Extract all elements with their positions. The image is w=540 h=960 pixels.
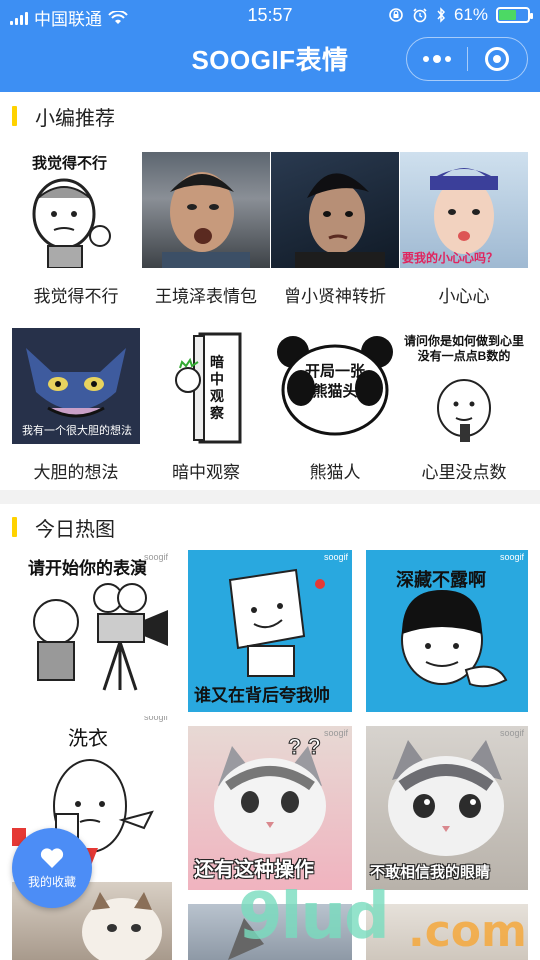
section-header-recommend: 小编推荐	[0, 93, 540, 139]
svg-text:? ?: ? ?	[288, 734, 321, 759]
recommend-item[interactable]: 暗中观察 暗中观察	[142, 328, 270, 483]
recommend-item[interactable]: 我有一个很大胆的想法 大胆的想法	[12, 328, 140, 483]
top-bar: 中国联通 15:57 61% SOOGIF表情	[0, 0, 540, 92]
recommend-item[interactable]: 王境泽表情包	[142, 152, 270, 307]
section-header-hot: 今日热图	[0, 504, 540, 550]
orientation-lock-icon	[389, 8, 403, 22]
bluetooth-icon	[437, 7, 445, 23]
my-favorites-label: 我的收藏	[27, 874, 76, 889]
hot-tile[interactable]: 谁又在背后夸我帅 soogif	[188, 550, 352, 712]
recommend-item[interactable]: 要我的小心心吗？ 小心心	[400, 152, 528, 307]
thumb-caption: 开局一张熊猫头	[304, 363, 365, 400]
hot-tile[interactable]: 不敢相信我的眼睛 soogif	[366, 726, 528, 890]
watermark-main-text: 9lud	[238, 880, 390, 954]
thumb-caption: 要我的小心心吗？	[402, 251, 499, 265]
watermark-label: soogif	[323, 552, 348, 562]
status-bar: 中国联通 15:57 61%	[0, 0, 540, 32]
recommend-label: 小心心	[438, 287, 490, 306]
recommend-label: 熊猫人	[309, 463, 361, 482]
recommend-thumb: 要我的小心心吗？	[400, 152, 528, 268]
watermark-label: soogif	[499, 552, 524, 562]
hot-tile-caption: 还有这种操作	[194, 859, 314, 881]
heart-icon	[40, 847, 64, 868]
recommend-label: 暗中观察	[172, 463, 240, 482]
recommend-thumb	[142, 152, 270, 268]
thumb-caption: 我有一个很大胆的想法	[22, 425, 132, 437]
recommend-thumb: 我有一个很大胆的想法	[12, 328, 140, 444]
battery-percent: 61%	[453, 5, 488, 24]
recommend-thumb: 开局一张熊猫头	[271, 328, 399, 444]
section-divider	[0, 490, 540, 504]
battery-icon	[496, 7, 533, 23]
hot-tile[interactable]: 深藏不露啊 soogif	[366, 550, 528, 712]
hot-tile-caption: 请开始你的表演	[28, 559, 147, 578]
more-dots-icon[interactable]	[407, 38, 467, 80]
hot-tile-caption: 谁又在背后夸我帅	[194, 686, 330, 705]
recommend-label: 王境泽表情包	[155, 287, 257, 306]
watermark-label: soogif	[143, 552, 168, 562]
watermark-label: soogif	[323, 728, 348, 738]
recommend-label: 大胆的想法	[33, 463, 119, 482]
my-favorites-button[interactable]: 我的收藏	[12, 828, 92, 908]
section-accent-bar	[12, 517, 17, 537]
hot-tile-caption: 深藏不露啊	[396, 570, 486, 590]
recommend-item[interactable]: 曾小贤神转折	[271, 152, 399, 307]
recommend-label: 我觉得不行	[33, 287, 119, 306]
recommend-item[interactable]: 请问你是如何做到心里没有一点点B数的 心里没点数	[400, 328, 528, 483]
recommend-item[interactable]: 我觉得不行 我觉得不行	[12, 152, 140, 307]
hot-tile[interactable]: ? ? 还有这种操作 soogif	[188, 726, 352, 890]
watermark-label: soogif	[499, 728, 524, 738]
thumb-caption: 我觉得不行	[32, 155, 108, 172]
watermark-tail-text: .com	[408, 906, 527, 957]
target-icon[interactable]	[467, 38, 527, 80]
site-watermark: 9lud .com	[238, 880, 538, 960]
recommend-thumb	[271, 152, 399, 268]
recommend-label: 心里没点数	[421, 463, 507, 482]
hot-tile-caption: 洗衣	[68, 728, 108, 750]
recommend-label: 曾小贤神转折	[284, 287, 386, 306]
recommend-thumb: 暗中观察	[142, 328, 270, 444]
thumb-caption: 暗中观察	[210, 354, 224, 421]
recommend-item[interactable]: 开局一张熊猫头 熊猫人	[271, 328, 399, 483]
hot-tile[interactable]: 请开始你的表演 soogif	[12, 550, 172, 710]
section-title-recommend: 小编推荐	[35, 107, 115, 130]
section-accent-bar	[12, 106, 17, 126]
recommend-thumb: 请问你是如何做到心里没有一点点B数的	[400, 328, 528, 444]
mini-program-capsule	[406, 37, 528, 81]
alarm-icon	[413, 8, 427, 23]
section-title-hot: 今日热图	[35, 518, 115, 541]
hot-tile-caption: 不敢相信我的眼睛	[370, 864, 491, 881]
watermark-label: soogif	[143, 716, 168, 722]
recommend-thumb: 我觉得不行	[12, 152, 140, 268]
thumb-caption: 请问你是如何做到心里没有一点点B数的	[403, 334, 524, 363]
